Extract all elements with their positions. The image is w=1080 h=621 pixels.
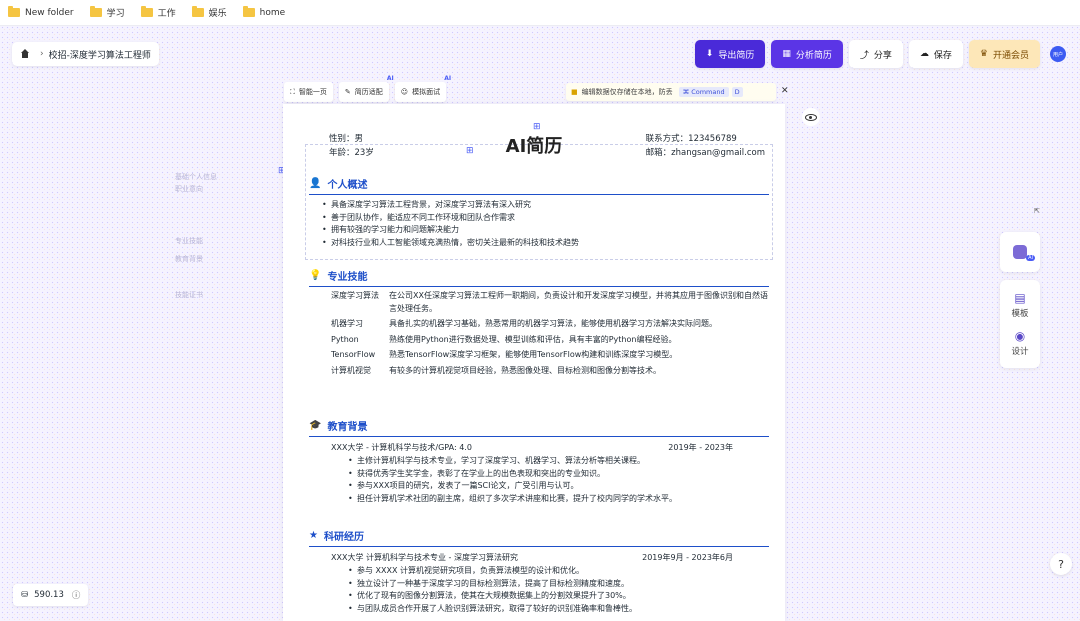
bookmark-fun[interactable]: 娱乐 <box>191 6 227 19</box>
outline-item[interactable]: 教育背景 <box>175 254 203 264</box>
list-item: 独立设计了一种基于深度学习的目标检测算法，提高了目标检测精度和速度。 <box>348 578 769 591</box>
ai-badge: AI <box>386 75 394 82</box>
palette-icon: ◉ <box>1014 329 1026 343</box>
ai-assistant-button[interactable] <box>1000 232 1040 272</box>
bookmark-home[interactable]: home <box>242 6 285 18</box>
collapse-icon[interactable]: ⇱ <box>1034 207 1040 215</box>
export-button[interactable]: ⬇ 导出简历 <box>694 40 766 68</box>
list-item: 参与XXX项目的研究，发表了一篇SCI论文，广受引用与认可。 <box>348 480 769 493</box>
list-item: 获得优秀学生奖学金，表彰了在学业上的出色表现和突出的专业知识。 <box>348 468 769 481</box>
shortcut-key: ⌘ Command <box>678 87 729 97</box>
folder-icon <box>191 6 204 17</box>
outline-item[interactable]: 专业技能 <box>175 236 203 246</box>
bulb-icon: 💡 <box>309 270 322 281</box>
analyze-icon: ▦ <box>782 49 791 59</box>
folder-icon <box>140 6 153 17</box>
template-button[interactable]: ▤ 模板 <box>1000 286 1040 324</box>
list-item: 优化了现有的图像分割算法，使其在大规模数据集上的分割效果提升了30%。 <box>348 590 769 603</box>
star-icon: ★ <box>309 530 318 541</box>
breadcrumb: › 校招-深度学习算法工程师 <box>12 42 159 66</box>
folder-icon <box>242 6 255 17</box>
grid-icon[interactable]: ⊞ <box>533 122 541 132</box>
date-range: 2019年 - 2023年 <box>668 443 733 452</box>
list-item: 主修计算机科学与技术专业，学习了深度学习、机器学习、算法分析等相关课程。 <box>348 455 769 468</box>
section-skills[interactable]: 💡 专业技能 深度学习算法 在公司XX任深度学习算法工程师一职期间，负责设计和开发深… <box>309 268 769 377</box>
wand-icon: ✎ <box>344 88 351 96</box>
skill-row: TensorFlow 熟悉TensorFlow深度学习框架，能够使用TensorF… <box>331 350 678 359</box>
section-summary[interactable]: 👤个人概述 具备深度学习算法工程背景，对深度学习算法有深入研究 善于团队协作，能… <box>309 176 769 249</box>
analyze-button[interactable]: ▦ 分析简历 <box>771 40 843 68</box>
download-icon: ⬇ <box>705 49 714 59</box>
skill-row: Python 熟练使用Python进行数据处理、模型训练和评估，具有丰富的Pyth… <box>331 334 677 344</box>
bookmark-new-folder[interactable]: New folder <box>8 6 74 18</box>
list-item: 担任计算机学术社团的副主席，组织了多次学术讲座和比赛，提升了校内同学的学术水平。 <box>348 493 769 506</box>
bookmarks-bar: New folder 学习 工作 娱乐 home <box>0 0 1080 26</box>
research-head: XXX大学 计算机科学与技术专业 - 深度学习算法研究 <box>331 553 518 562</box>
list-item: 拥有较强的学习能力和问题解决能力 <box>322 224 769 237</box>
outline-item[interactable]: 技能证书 <box>175 290 203 300</box>
save-button[interactable]: ☁ 保存 <box>908 40 963 68</box>
right-panel: ▤模板 ◉设计 <box>1000 232 1040 368</box>
preview-eye-icon[interactable] <box>802 108 820 126</box>
user-icon: 👤 <box>309 178 322 189</box>
email[interactable]: 邮箱：zhangsan@gmail.com <box>646 146 765 160</box>
cloud-icon: ☁ <box>919 49 929 59</box>
share-icon: ⤴ <box>859 50 869 61</box>
top-actions: ⬇ 导出简历 ▦ 分析简历 ⤴ 分享 ☁ 保存 ♛ 开通会员 用户 <box>689 40 1066 68</box>
close-icon[interactable]: ✕ <box>781 86 789 96</box>
folder-icon <box>8 6 20 17</box>
chat-icon: ☺ <box>400 88 409 96</box>
skill-row: 计算机视觉 有较多的计算机视觉项目经验，熟悉图像处理、目标检测和图像分割等技术。 <box>331 365 661 375</box>
avatar[interactable]: 用户 <box>1050 46 1066 62</box>
chevron-right-icon: › <box>40 49 44 59</box>
outline-item[interactable]: 基础个人信息 <box>175 172 217 182</box>
one-page-button[interactable]: ⛶ 智能一页 <box>284 82 333 102</box>
bookmark-work[interactable]: 工作 <box>140 6 176 19</box>
section-education[interactable]: 🎓 教育背景 XXX大学 - 计算机科学与技术/GPA: 4.0 2019年 - 2… <box>309 418 769 505</box>
design-button[interactable]: ◉ 设计 <box>1000 324 1040 362</box>
share-button[interactable]: ⤴ 分享 <box>848 40 903 68</box>
skill-row: 机器学习 具备扎实的机器学习基础，熟悉常用的机器学习算法，能够使用机器学习方法解决… <box>331 319 717 328</box>
coin-balance[interactable]: ⛁ 590.13 ⓘ <box>13 584 89 606</box>
phone[interactable]: 联系方式：123456789 <box>646 132 765 146</box>
section-research[interactable]: ★ 科研经历 XXX大学 计算机科学与技术专业 - 深度学习算法研究 2019年9月… <box>309 528 769 615</box>
basic-info-right: 联系方式：123456789 邮箱：zhangsan@gmail.com <box>646 132 765 160</box>
ai-badge: AI <box>444 75 452 82</box>
editor-toolbar: ⛶ 智能一页 ✎ 简历适配 AI ☺ 模拟面试 AI <box>284 75 452 102</box>
shortcut-key-d: D <box>731 87 743 97</box>
list-item: 参与 XXXX 计算机视觉研究项目，负责算法模型的设计和优化。 <box>348 565 769 578</box>
folder-icon <box>89 6 102 17</box>
list-item: 对科技行业和人工智能领域充满热情，密切关注最新的科技和技术趋势 <box>322 237 769 250</box>
template-icon: ▤ <box>1014 291 1026 305</box>
info-icon[interactable]: ⓘ <box>72 589 81 601</box>
robot-icon <box>1013 245 1036 261</box>
save-tip: ■ 编辑数据仅存储在本地，防丢 ⌘ Command D <box>566 83 776 101</box>
date-range: 2019年9月 - 2023年6月 <box>642 553 733 562</box>
list-item: 善于团队协作，能适应不同工作环境和团队合作需求 <box>322 212 769 225</box>
ai-jd-button[interactable]: ✎ 简历适配 AI <box>338 75 394 102</box>
school-name: XXX大学 - 计算机科学与技术/GPA: 4.0 <box>331 443 472 452</box>
resume-paper: ⊞ ⊞ 性别：男 年龄：23岁 AI简历 联系方式：123456789 邮箱：z… <box>283 104 785 621</box>
list-item: 具备深度学习算法工程背景，对深度学习算法有深入研究 <box>322 199 769 212</box>
skill-row: 深度学习算法 在公司XX任深度学习算法工程师一职期间，负责设计和开发深度学习模型，… <box>331 291 768 313</box>
crown-icon: ♛ <box>979 49 988 59</box>
list-item: 与团队成员合作开展了人脸识别算法研究，取得了较好的识别准确率和鲁棒性。 <box>348 603 769 616</box>
tools-card: ▤ 模板 ◉ 设计 <box>1000 280 1040 368</box>
outline-item[interactable]: 职业意向 <box>175 184 203 194</box>
help-button[interactable]: ? <box>1050 553 1072 575</box>
home-icon[interactable] <box>20 49 30 59</box>
bookmark-study[interactable]: 学习 <box>89 6 125 19</box>
coin-icon: ⛁ <box>21 590 29 600</box>
vip-button[interactable]: ♛ 开通会员 <box>968 40 1040 68</box>
breadcrumb-current[interactable]: 校招-深度学习算法工程师 <box>49 48 151 61</box>
ai-mock-button[interactable]: ☺ 模拟面试 AI <box>394 75 451 102</box>
lock-icon: ■ <box>571 88 578 96</box>
fit-icon: ⛶ <box>290 87 295 96</box>
graduation-cap-icon: 🎓 <box>309 420 322 431</box>
